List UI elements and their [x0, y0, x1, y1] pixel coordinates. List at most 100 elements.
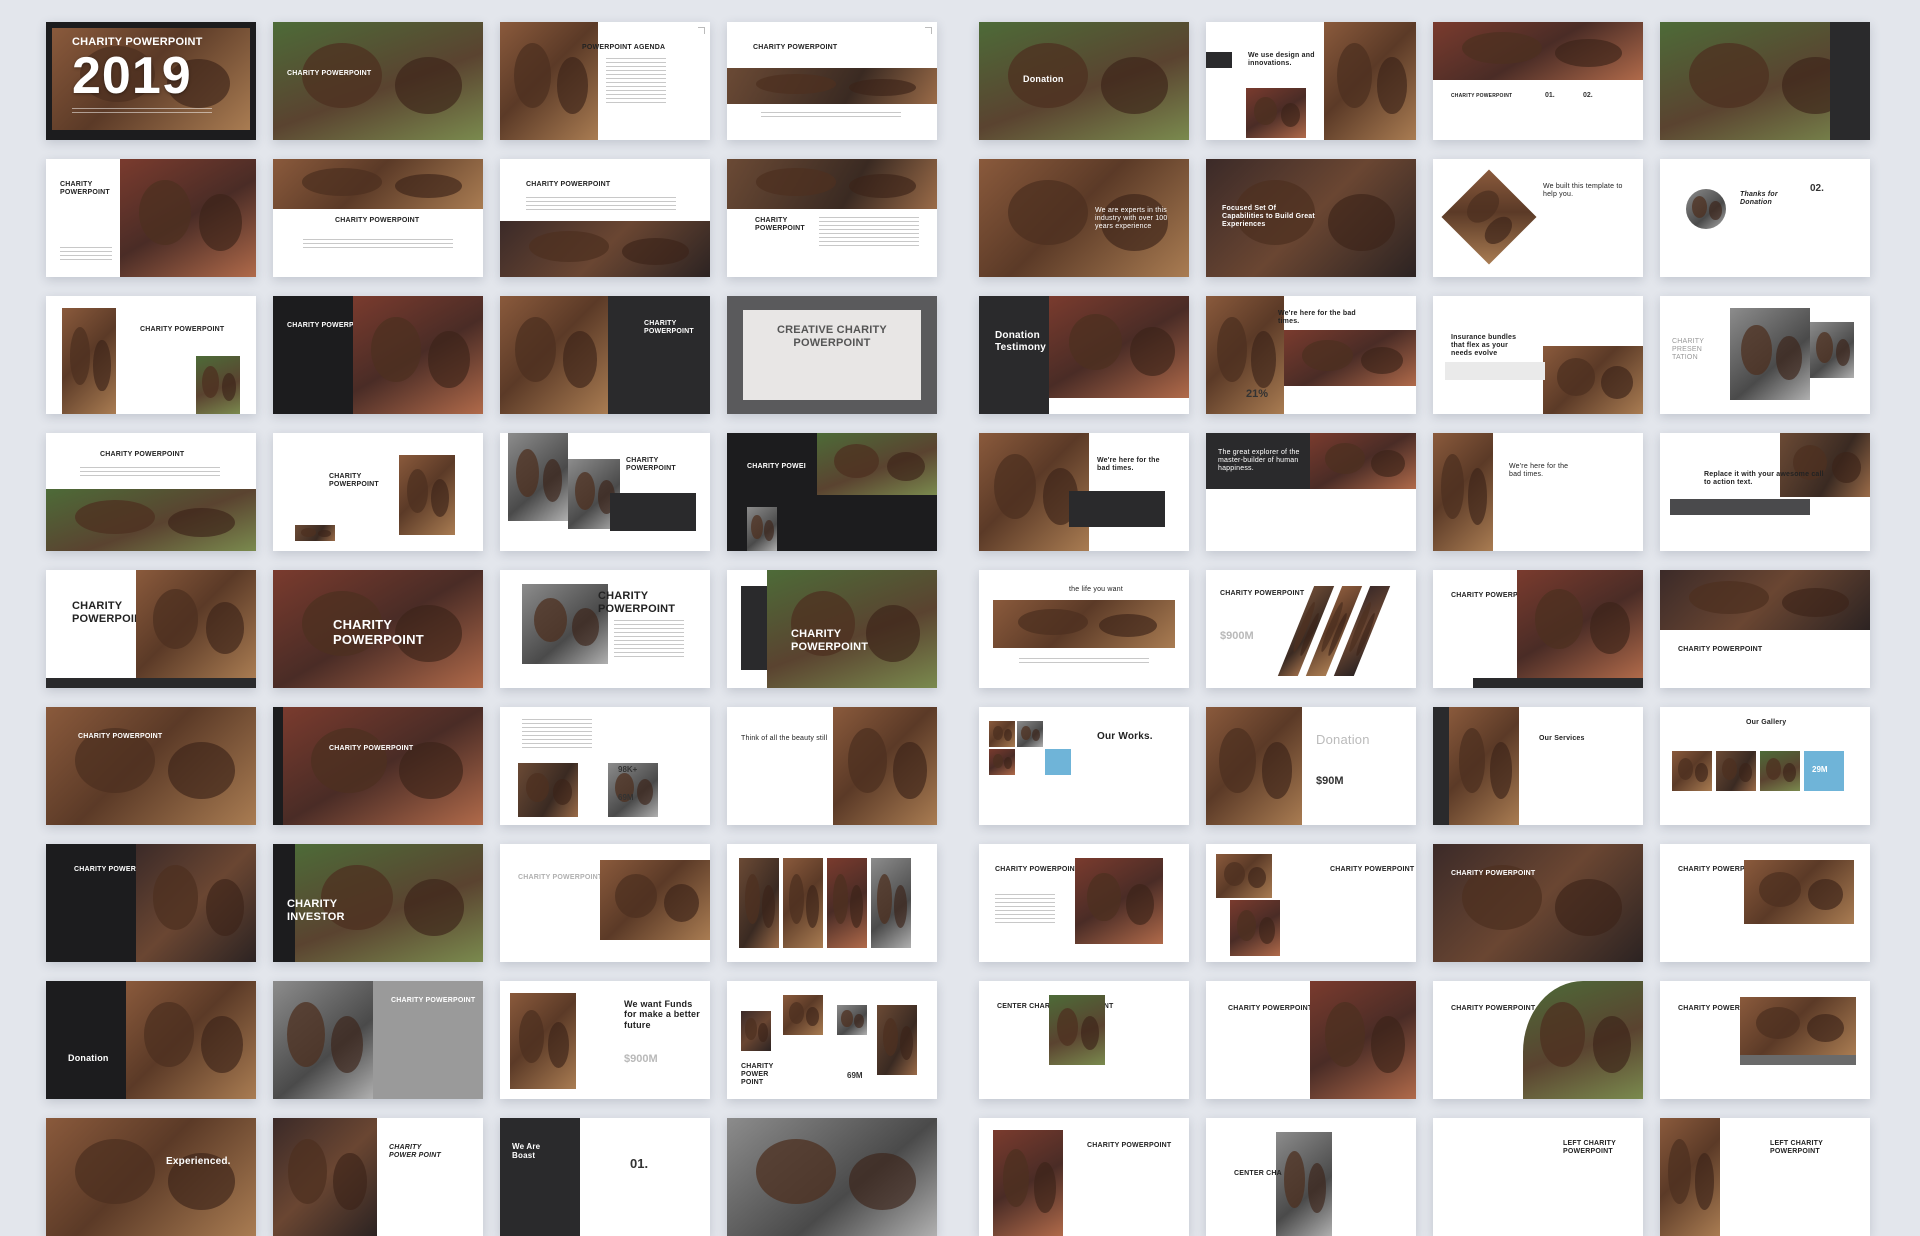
slide-thumbnail[interactable]: 98K+ 69M: [500, 707, 710, 825]
slide-thumbnail[interactable]: CHARITY POWERPOINT: [1660, 844, 1870, 962]
slide-thumbnail[interactable]: CHARITY POWERPOINT: [46, 159, 256, 277]
slide-photo: [783, 858, 823, 948]
slide-photo: [136, 844, 256, 962]
slide-thumbnail[interactable]: CHARITY POWERPOINT: [273, 433, 483, 551]
slide-thumbnail[interactable]: CHARITY POWERPOINT: [273, 296, 483, 414]
slide-thumbnail[interactable]: CHARITY POWERPOINT: [46, 570, 256, 688]
slide-photo: [1780, 433, 1870, 497]
slide-thumbnail[interactable]: LEFT CHARITY POWERPOINT: [1433, 1118, 1643, 1236]
slide-thumbnail[interactable]: CHARITY PRESEN TATION: [1660, 296, 1870, 414]
slide-thumbnail[interactable]: CREATIVE CHARITY POWERPOINT: [727, 296, 937, 414]
slide-thumbnail[interactable]: CHARITY POWERPOINT $900M: [1206, 570, 1416, 688]
slide-title: CHARITY POWERPOINT: [60, 181, 110, 197]
slide-thumbnail[interactable]: We're here for the bad times. 21%: [1206, 296, 1416, 414]
slide-thumbnail[interactable]: We built this template to help you.: [1433, 159, 1643, 277]
slide-thumbnail[interactable]: We're here for the bad times.: [979, 433, 1189, 551]
slide-thumbnail[interactable]: Thanks for Donation 02.: [1660, 159, 1870, 277]
slide-thumbnail[interactable]: CHARITY POWERPOINT: [727, 159, 937, 277]
slide-thumbnail[interactable]: [1660, 22, 1870, 140]
slide-thumbnail[interactable]: CHARITY POWERPOINT: [727, 22, 937, 140]
slide-thumbnail[interactable]: CHARITY POWERPOINT: [727, 570, 937, 688]
dark-panel: [741, 586, 767, 670]
slide-photo: [273, 159, 483, 209]
slide-thumbnail[interactable]: CHARITY POWERPOINT: [273, 22, 483, 140]
slide-thumbnail[interactable]: CHARITY POWERPOINT: [1206, 844, 1416, 962]
slide-thumbnail[interactable]: Focused Set Of Capabilities to Build Gre…: [1206, 159, 1416, 277]
slide-thumbnail[interactable]: CHARITY POWER POINT 69M: [727, 981, 937, 1099]
slide-thumbnail[interactable]: Replace it with your awesome call to act…: [1660, 433, 1870, 551]
slide-thumbnail[interactable]: POWERPOINT AGENDA: [500, 22, 710, 140]
slide-thumbnail[interactable]: We want Funds for make a better future $…: [500, 981, 710, 1099]
slide-photo: [353, 296, 483, 414]
slide-thumbnail[interactable]: CHARITY INVESTOR: [273, 844, 483, 962]
slide-thumbnail[interactable]: CHARITY POWERPOINT 01. 02.: [1433, 22, 1643, 140]
slide-thumbnail[interactable]: CHARITY POWERPOINT: [1206, 981, 1416, 1099]
slide-year: 2019: [72, 47, 192, 105]
slide-photo: [1310, 433, 1416, 489]
slide-thumbnail[interactable]: We are experts in this industry with ove…: [979, 159, 1189, 277]
slide-title: We're here for the bad times.: [1097, 457, 1160, 473]
slide-thumbnail[interactable]: CHARITY POWERPOINT: [979, 1118, 1189, 1236]
slide-title: Experienced.: [166, 1156, 231, 1167]
slide-thumbnail[interactable]: CHARITY POWERPOINT: [500, 570, 710, 688]
slide-photo: [739, 858, 779, 948]
slide-thumbnail[interactable]: Our Works.: [979, 707, 1189, 825]
slide-thumbnail[interactable]: CHARITY POWERPOINT: [273, 981, 483, 1099]
slide-photo: [1017, 721, 1043, 747]
slide-thumbnail[interactable]: CHARITY POWEI: [727, 433, 937, 551]
slide-thumbnail[interactable]: CHARITY POWERPOINT: [1660, 981, 1870, 1099]
slide-thumbnail[interactable]: CHARITY POWERPOINT: [273, 707, 483, 825]
slide-photo: [1449, 707, 1519, 825]
slide-thumbnail[interactable]: Experienced.: [46, 1118, 256, 1236]
slide-thumbnail[interactable]: The great explorer of the master-builder…: [1206, 433, 1416, 551]
slide-thumbnail[interactable]: CENTER CHA: [1206, 1118, 1416, 1236]
slide-thumbnail[interactable]: [727, 1118, 937, 1236]
slide-title: CHARITY POWERPOINT: [140, 326, 225, 333]
slide-thumbnail[interactable]: CHARITY POWERPOINT: [46, 433, 256, 551]
slide-thumbnail[interactable]: CHARITY POWERPOINT: [273, 570, 483, 688]
slide-title: The great explorer of the master-builder…: [1218, 449, 1300, 473]
slide-thumbnail[interactable]: [727, 844, 937, 962]
slide-title: CHARITY POWERPOINT: [753, 44, 838, 51]
slide-thumbnail[interactable]: LEFT CHARITY POWERPOINT: [1660, 1118, 1870, 1236]
quote-box: [1670, 499, 1810, 515]
slide-thumbnail[interactable]: CHARITY POWERPOINT: [1433, 570, 1643, 688]
slide-thumbnail[interactable]: Donation: [979, 22, 1189, 140]
slide-thumbnail[interactable]: CHARITY POWERPOINT: [46, 844, 256, 962]
slide-thumbnail[interactable]: Donation: [46, 981, 256, 1099]
slide-thumbnail[interactable]: Our Services: [1433, 707, 1643, 825]
slide-thumbnail[interactable]: CHARITY POWER POINT: [273, 1118, 483, 1236]
slide-thumbnail[interactable]: We Are Boast 01.: [500, 1118, 710, 1236]
slide-thumbnail[interactable]: CHARITY POWERPOINT: [500, 159, 710, 277]
slide-photo: [62, 308, 116, 414]
slide-thumbnail[interactable]: CHARITY POWERPOINT: [500, 844, 710, 962]
slide-photo: [1660, 1118, 1720, 1236]
slide-thumbnail[interactable]: We use design and innovations.: [1206, 22, 1416, 140]
slide-thumbnail[interactable]: CHARITY POWERPOINT: [500, 433, 710, 551]
slide-title: We built this template to help you.: [1543, 183, 1623, 199]
slide-thumbnail[interactable]: Donation Testimony: [979, 296, 1189, 414]
slide-number: 01.: [1545, 92, 1555, 99]
corner-mark: [698, 27, 705, 34]
slide-thumbnail[interactable]: Think of all the beauty still: [727, 707, 937, 825]
slide-title: POWERPOINT AGENDA: [582, 44, 666, 51]
slide-title: Donation Testimony: [995, 330, 1047, 353]
slide-thumbnail[interactable]: CHARITY POWERPOINT: [273, 159, 483, 277]
slide-thumbnail[interactable]: CHARITY POWERPOINT: [979, 844, 1189, 962]
slide-thumbnail[interactable]: CHARITY POWERPOINT: [500, 296, 710, 414]
slide-thumbnail[interactable]: CHARITY POWERPOINT: [1433, 981, 1643, 1099]
slide-thumbnail[interactable]: CHARITY POWERPOINT: [1660, 570, 1870, 688]
slide-thumbnail[interactable]: We're here for the bad times.: [1433, 433, 1643, 551]
slide-thumbnail[interactable]: CHARITY POWERPOINT: [46, 296, 256, 414]
slide-thumbnail[interactable]: CHARITY POWERPOINT: [1433, 844, 1643, 962]
slide-thumbnail[interactable]: CHARITY POWERPOINT: [46, 707, 256, 825]
slide-thumbnail[interactable]: the life you want: [979, 570, 1189, 688]
slide-thumbnail[interactable]: Our Gallery 29M: [1660, 707, 1870, 825]
slide-photo: [1246, 88, 1306, 138]
slide-thumbnail[interactable]: CENTER CHARITY POWERPOINT: [979, 981, 1189, 1099]
slide-title: CHARITY POWERPOINT: [1451, 93, 1513, 99]
slide-photo: [1740, 997, 1856, 1055]
slide-thumbnail[interactable]: Insurance bundles that flex as your need…: [1433, 296, 1643, 414]
slide-thumbnail[interactable]: Donation $90M: [1206, 707, 1416, 825]
slide-thumbnail[interactable]: CHARITY POWERPOINT 2019: [46, 22, 256, 140]
